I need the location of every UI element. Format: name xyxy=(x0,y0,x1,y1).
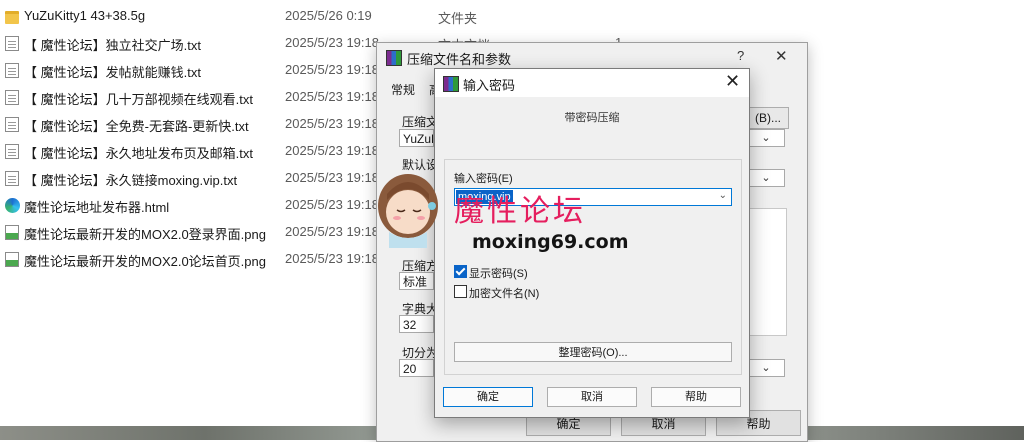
cancel-button[interactable]: 取消 xyxy=(547,387,637,407)
file-date: 2025/5/23 19:18 xyxy=(285,143,379,158)
file-name: YuZuKitty1 43+38.5g xyxy=(24,8,146,23)
dialog-title: 输入密码 xyxy=(463,78,516,93)
watermark-text: 魔性论坛 xyxy=(454,194,586,229)
file-date: 2025/5/23 19:18 xyxy=(285,197,379,212)
file-date: 2025/5/23 19:18 xyxy=(285,35,379,50)
file-name: 【 魔性论坛】发帖就能赚钱.txt xyxy=(24,65,201,80)
encrypt-filenames-label: 加密文件名(N) xyxy=(469,288,540,300)
file-name: 【 魔性论坛】永久链接moxing.vip.txt xyxy=(24,173,238,188)
dialog-subtitle: 带密码压缩 xyxy=(564,112,620,124)
file-date: 2025/5/23 19:18 xyxy=(285,251,379,266)
file-name: 【 魔性论坛】独立社交广场.txt xyxy=(24,38,201,53)
file-date: 2025/5/26 0:19 xyxy=(285,8,372,23)
watermark-url: moxing69.com xyxy=(472,231,629,253)
file-type: 文件夹 xyxy=(438,11,478,26)
file-date: 2025/5/23 19:18 xyxy=(285,62,379,77)
file-date: 2025/5/23 19:18 xyxy=(285,170,379,185)
edge-html-icon xyxy=(5,198,20,213)
dialog-title: 压缩文件名和参数 xyxy=(407,52,512,67)
help-icon[interactable]: ? xyxy=(737,48,744,63)
file-date: 2025/5/23 19:18 xyxy=(285,224,379,239)
text-file-icon xyxy=(5,63,19,78)
browse-button[interactable]: (B)... xyxy=(747,107,789,129)
encrypt-filenames-checkbox[interactable]: 加密文件名(N) xyxy=(454,285,614,300)
folder-icon xyxy=(5,11,19,24)
password-label: 输入密码(E) xyxy=(454,173,513,185)
split-field[interactable]: 20 xyxy=(399,359,434,377)
ok-button[interactable]: 确定 xyxy=(443,387,533,407)
archive-name-dropdown[interactable]: ⌄ xyxy=(747,129,785,147)
winrar-icon xyxy=(443,76,459,92)
file-name: 魔性论坛最新开发的MOX2.0论坛首页.png xyxy=(24,254,266,269)
archive-name-field[interactable]: YuZuKi xyxy=(399,129,434,147)
file-name: 【 魔性论坛】几十万部视频在线观看.txt xyxy=(24,92,253,107)
text-file-icon xyxy=(5,144,19,159)
dictionary-dropdown[interactable]: 32 xyxy=(399,315,434,333)
file-date: 2025/5/23 19:18 xyxy=(285,89,379,104)
split-dropdown[interactable]: ⌄ xyxy=(747,359,785,377)
png-file-icon xyxy=(5,225,19,240)
organize-passwords-button[interactable]: 整理密码(O)... xyxy=(454,342,732,362)
checkbox-unchecked-icon xyxy=(454,285,467,298)
chevron-down-icon[interactable]: ⌄ xyxy=(719,190,727,201)
file-name: 【 魔性论坛】永久地址发布页及邮箱.txt xyxy=(24,146,253,161)
mascot-watermark-icon xyxy=(378,174,438,248)
winrar-icon xyxy=(386,50,402,66)
file-row[interactable]: YuZuKitty1 43+38.5g 2025/5/26 0:19 文件夹 xyxy=(0,2,480,29)
dialog-titlebar[interactable]: 输入密码 ✕ xyxy=(435,69,749,97)
text-file-icon xyxy=(5,117,19,132)
show-password-checkbox[interactable]: 显示密码(S) xyxy=(454,265,614,280)
close-icon[interactable]: ✕ xyxy=(725,71,740,92)
close-icon[interactable]: ✕ xyxy=(775,47,788,65)
png-file-icon xyxy=(5,252,19,267)
file-name: 【 魔性论坛】全免费-无套路-更新快.txt xyxy=(24,119,249,134)
file-name: 魔性论坛最新开发的MOX2.0登录界面.png xyxy=(24,227,266,242)
text-file-icon xyxy=(5,171,19,186)
show-password-label: 显示密码(S) xyxy=(469,268,528,280)
method-dropdown[interactable]: 标准 xyxy=(399,272,434,290)
file-date: 2025/5/23 19:18 xyxy=(285,116,379,131)
text-file-icon xyxy=(5,90,19,105)
tab-general[interactable]: 常规 xyxy=(391,81,415,98)
help-button[interactable]: 帮助 xyxy=(651,387,741,407)
file-name: 魔性论坛地址发布器.html xyxy=(24,200,170,215)
archive-format-dropdown[interactable]: ⌄ xyxy=(747,169,785,187)
checkbox-checked-icon xyxy=(454,265,467,278)
text-file-icon xyxy=(5,36,19,51)
